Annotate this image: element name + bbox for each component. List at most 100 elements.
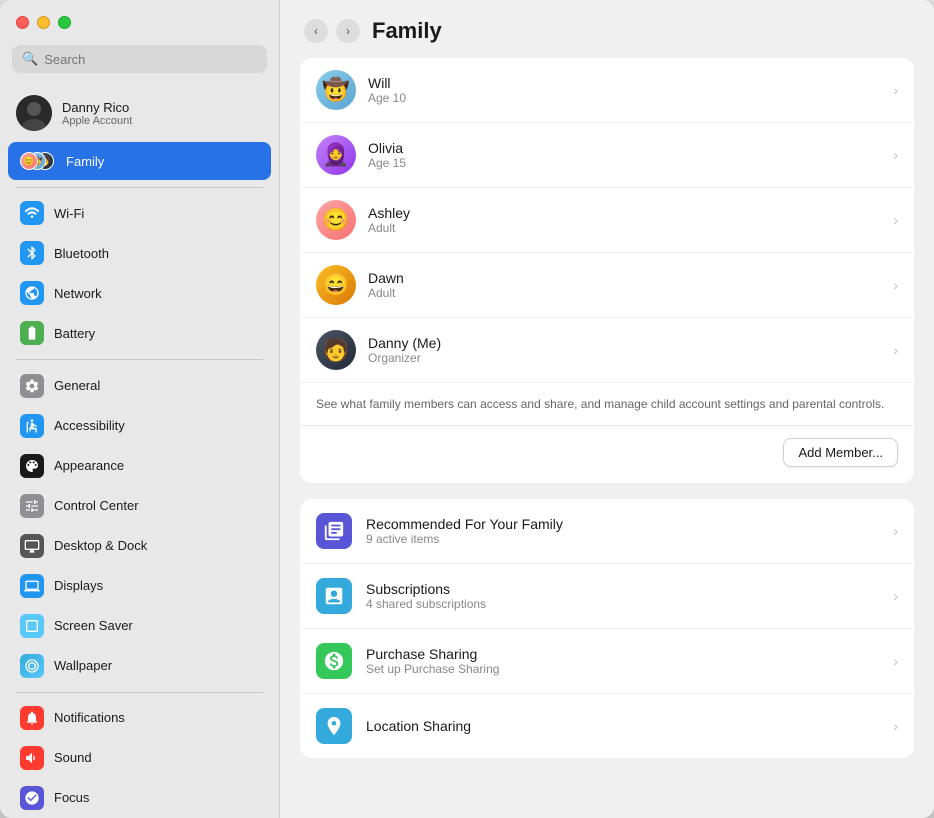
sidebar-wifi-label: Wi-Fi bbox=[54, 206, 84, 221]
add-member-button[interactable]: Add Member... bbox=[783, 438, 898, 467]
account-subtitle: Apple Account bbox=[62, 115, 132, 127]
sidebar-item-sound[interactable]: Sound bbox=[8, 739, 271, 777]
chevron-right-icon: › bbox=[893, 588, 898, 604]
feature-recommended-row[interactable]: Recommended For Your Family 9 active ite… bbox=[300, 499, 914, 564]
purchase-sharing-icon bbox=[316, 643, 352, 679]
sidebar-notifications-label: Notifications bbox=[54, 710, 125, 725]
sidebar-bluetooth-label: Bluetooth bbox=[54, 246, 109, 261]
member-name: Dawn bbox=[368, 270, 881, 286]
family-member-row[interactable]: 🧕 Olivia Age 15 › bbox=[300, 123, 914, 188]
subscriptions-icon bbox=[316, 578, 352, 614]
avatar: 😄 bbox=[316, 265, 356, 305]
feature-subscriptions-row[interactable]: Subscriptions 4 shared subscriptions › bbox=[300, 564, 914, 629]
feature-detail: 4 shared subscriptions bbox=[366, 597, 879, 611]
back-button[interactable]: ‹ bbox=[304, 19, 328, 43]
sidebar-item-screen-saver[interactable]: Screen Saver bbox=[8, 607, 271, 645]
sidebar-item-notifications[interactable]: Notifications bbox=[8, 699, 271, 737]
member-info: Danny (Me) Organizer bbox=[368, 335, 881, 365]
sidebar-item-displays[interactable]: Displays bbox=[8, 567, 271, 605]
sidebar-item-network[interactable]: Network bbox=[8, 274, 271, 312]
sidebar-item-battery[interactable]: Battery bbox=[8, 314, 271, 352]
member-name: Danny (Me) bbox=[368, 335, 881, 351]
forward-chevron-icon: › bbox=[346, 24, 350, 38]
sidebar-network-label: Network bbox=[54, 286, 102, 301]
sidebar-item-family[interactable]: 😊 🤠 🧑 Family bbox=[8, 142, 271, 180]
search-input[interactable] bbox=[44, 52, 257, 67]
search-bar[interactable]: 🔍 bbox=[12, 45, 267, 73]
sidebar-item-bluetooth[interactable]: Bluetooth bbox=[8, 234, 271, 272]
sidebar-focus-label: Focus bbox=[54, 790, 89, 805]
sidebar-general-label: General bbox=[54, 378, 100, 393]
family-member-row[interactable]: 😊 Ashley Adult › bbox=[300, 188, 914, 253]
sidebar-item-wallpaper[interactable]: Wallpaper bbox=[8, 647, 271, 685]
member-info: Olivia Age 15 bbox=[368, 140, 881, 170]
member-name: Ashley bbox=[368, 205, 881, 221]
sidebar: 🔍 Danny Rico Apple Account 😊 🤠 🧑 bbox=[0, 0, 280, 818]
feature-detail: 9 active items bbox=[366, 532, 879, 546]
member-detail: Age 10 bbox=[368, 91, 881, 105]
app-window: 🔍 Danny Rico Apple Account 😊 🤠 🧑 bbox=[0, 0, 934, 818]
general-icon bbox=[20, 374, 44, 398]
member-info: Will Age 10 bbox=[368, 75, 881, 105]
sidebar-sound-label: Sound bbox=[54, 750, 92, 765]
accessibility-icon bbox=[20, 414, 44, 438]
recommended-icon bbox=[316, 513, 352, 549]
feature-location-sharing-row[interactable]: Location Sharing › bbox=[300, 694, 914, 758]
avatar: 😊 bbox=[316, 200, 356, 240]
sidebar-item-accessibility[interactable]: Accessibility bbox=[8, 407, 271, 445]
feature-info: Subscriptions 4 shared subscriptions bbox=[366, 581, 879, 611]
family-member-row[interactable]: 😄 Dawn Adult › bbox=[300, 253, 914, 318]
desktop-dock-icon bbox=[20, 534, 44, 558]
search-icon: 🔍 bbox=[22, 51, 38, 67]
feature-info: Purchase Sharing Set up Purchase Sharing bbox=[366, 646, 879, 676]
member-info: Ashley Adult bbox=[368, 205, 881, 235]
family-member-row[interactable]: 🧑 Danny (Me) Organizer › bbox=[300, 318, 914, 383]
family-members-card: 🤠 Will Age 10 › 🧕 Olivia Age 15 › bbox=[300, 58, 914, 483]
account-item[interactable]: Danny Rico Apple Account bbox=[0, 85, 279, 141]
chevron-right-icon: › bbox=[893, 212, 898, 228]
sidebar-item-wifi[interactable]: Wi-Fi bbox=[8, 194, 271, 232]
account-text: Danny Rico Apple Account bbox=[62, 100, 132, 127]
feature-purchase-sharing-row[interactable]: Purchase Sharing Set up Purchase Sharing… bbox=[300, 629, 914, 694]
main-header: ‹ › Family bbox=[280, 0, 934, 58]
chevron-right-icon: › bbox=[893, 277, 898, 293]
feature-name: Subscriptions bbox=[366, 581, 879, 597]
family-member-row[interactable]: 🤠 Will Age 10 › bbox=[300, 58, 914, 123]
sidebar-item-control-center[interactable]: Control Center bbox=[8, 487, 271, 525]
sidebar-battery-label: Battery bbox=[54, 326, 95, 341]
notifications-icon bbox=[20, 706, 44, 730]
chevron-right-icon: › bbox=[893, 523, 898, 539]
sidebar-accessibility-label: Accessibility bbox=[54, 418, 125, 433]
sidebar-item-desktop-dock[interactable]: Desktop & Dock bbox=[8, 527, 271, 565]
sidebar-item-general[interactable]: General bbox=[8, 367, 271, 405]
page-title: Family bbox=[372, 18, 442, 44]
back-chevron-icon: ‹ bbox=[314, 24, 318, 38]
chevron-right-icon: › bbox=[893, 653, 898, 669]
family-description: See what family members can access and s… bbox=[300, 383, 914, 425]
avatar: 🤠 bbox=[316, 70, 356, 110]
add-member-row: Add Member... bbox=[300, 425, 914, 483]
battery-icon bbox=[20, 321, 44, 345]
family-avatars-icon: 😊 🤠 🧑 bbox=[20, 149, 56, 173]
chevron-right-icon: › bbox=[893, 147, 898, 163]
member-detail: Adult bbox=[368, 221, 881, 235]
sidebar-appearance-label: Appearance bbox=[54, 458, 124, 473]
sidebar-item-appearance[interactable]: Appearance bbox=[8, 447, 271, 485]
main-scroll[interactable]: 🤠 Will Age 10 › 🧕 Olivia Age 15 › bbox=[280, 58, 934, 818]
member-detail: Organizer bbox=[368, 351, 881, 365]
window-controls bbox=[0, 0, 279, 37]
close-button[interactable] bbox=[16, 16, 29, 29]
chevron-right-icon: › bbox=[893, 82, 898, 98]
displays-icon bbox=[20, 574, 44, 598]
sound-icon bbox=[20, 746, 44, 770]
feature-info: Location Sharing bbox=[366, 718, 879, 734]
sidebar-item-focus[interactable]: Focus bbox=[8, 779, 271, 817]
features-card: Recommended For Your Family 9 active ite… bbox=[300, 499, 914, 758]
minimize-button[interactable] bbox=[37, 16, 50, 29]
screen-saver-icon bbox=[20, 614, 44, 638]
forward-button[interactable]: › bbox=[336, 19, 360, 43]
focus-icon bbox=[20, 786, 44, 810]
maximize-button[interactable] bbox=[58, 16, 71, 29]
feature-name: Location Sharing bbox=[366, 718, 879, 734]
appearance-icon bbox=[20, 454, 44, 478]
